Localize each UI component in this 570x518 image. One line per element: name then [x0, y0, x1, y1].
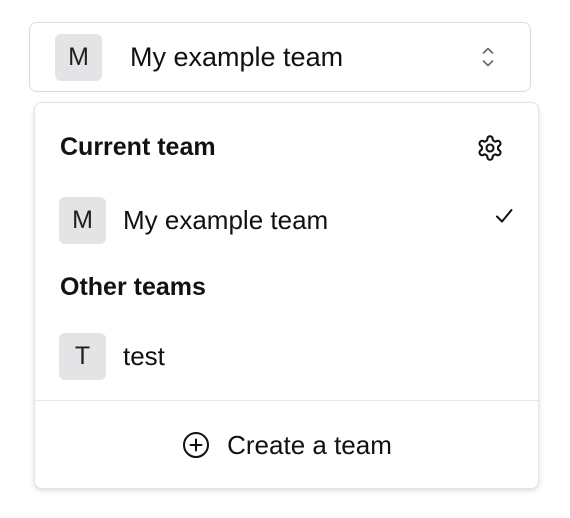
- create-team-label: Create a team: [227, 429, 392, 460]
- create-team-button[interactable]: Create a team: [35, 401, 538, 489]
- plus-circle-icon: [181, 430, 211, 460]
- gear-icon[interactable]: [476, 134, 504, 162]
- team-avatar: M: [59, 196, 106, 244]
- team-avatar: T: [59, 332, 106, 380]
- team-item-label: test: [123, 340, 165, 371]
- other-teams-heading: Other teams: [60, 273, 206, 301]
- team-avatar-letter: M: [68, 42, 89, 71]
- check-icon: [493, 205, 515, 227]
- team-item-label: My example team: [123, 204, 329, 235]
- chevron-up-down-icon: [479, 43, 497, 71]
- current-team-heading: Current team: [60, 133, 216, 161]
- team-avatar-letter: T: [74, 341, 91, 370]
- team-item-current[interactable]: M My example team: [35, 190, 540, 250]
- team-switcher-button[interactable]: M My example team: [29, 22, 531, 92]
- team-dropdown-menu: Current team M My example team Other tea…: [34, 102, 539, 489]
- team-item-test[interactable]: T test: [35, 326, 540, 386]
- selected-team-name: My example team: [130, 41, 344, 72]
- team-avatar-letter: M: [72, 205, 93, 234]
- team-avatar: M: [55, 33, 102, 81]
